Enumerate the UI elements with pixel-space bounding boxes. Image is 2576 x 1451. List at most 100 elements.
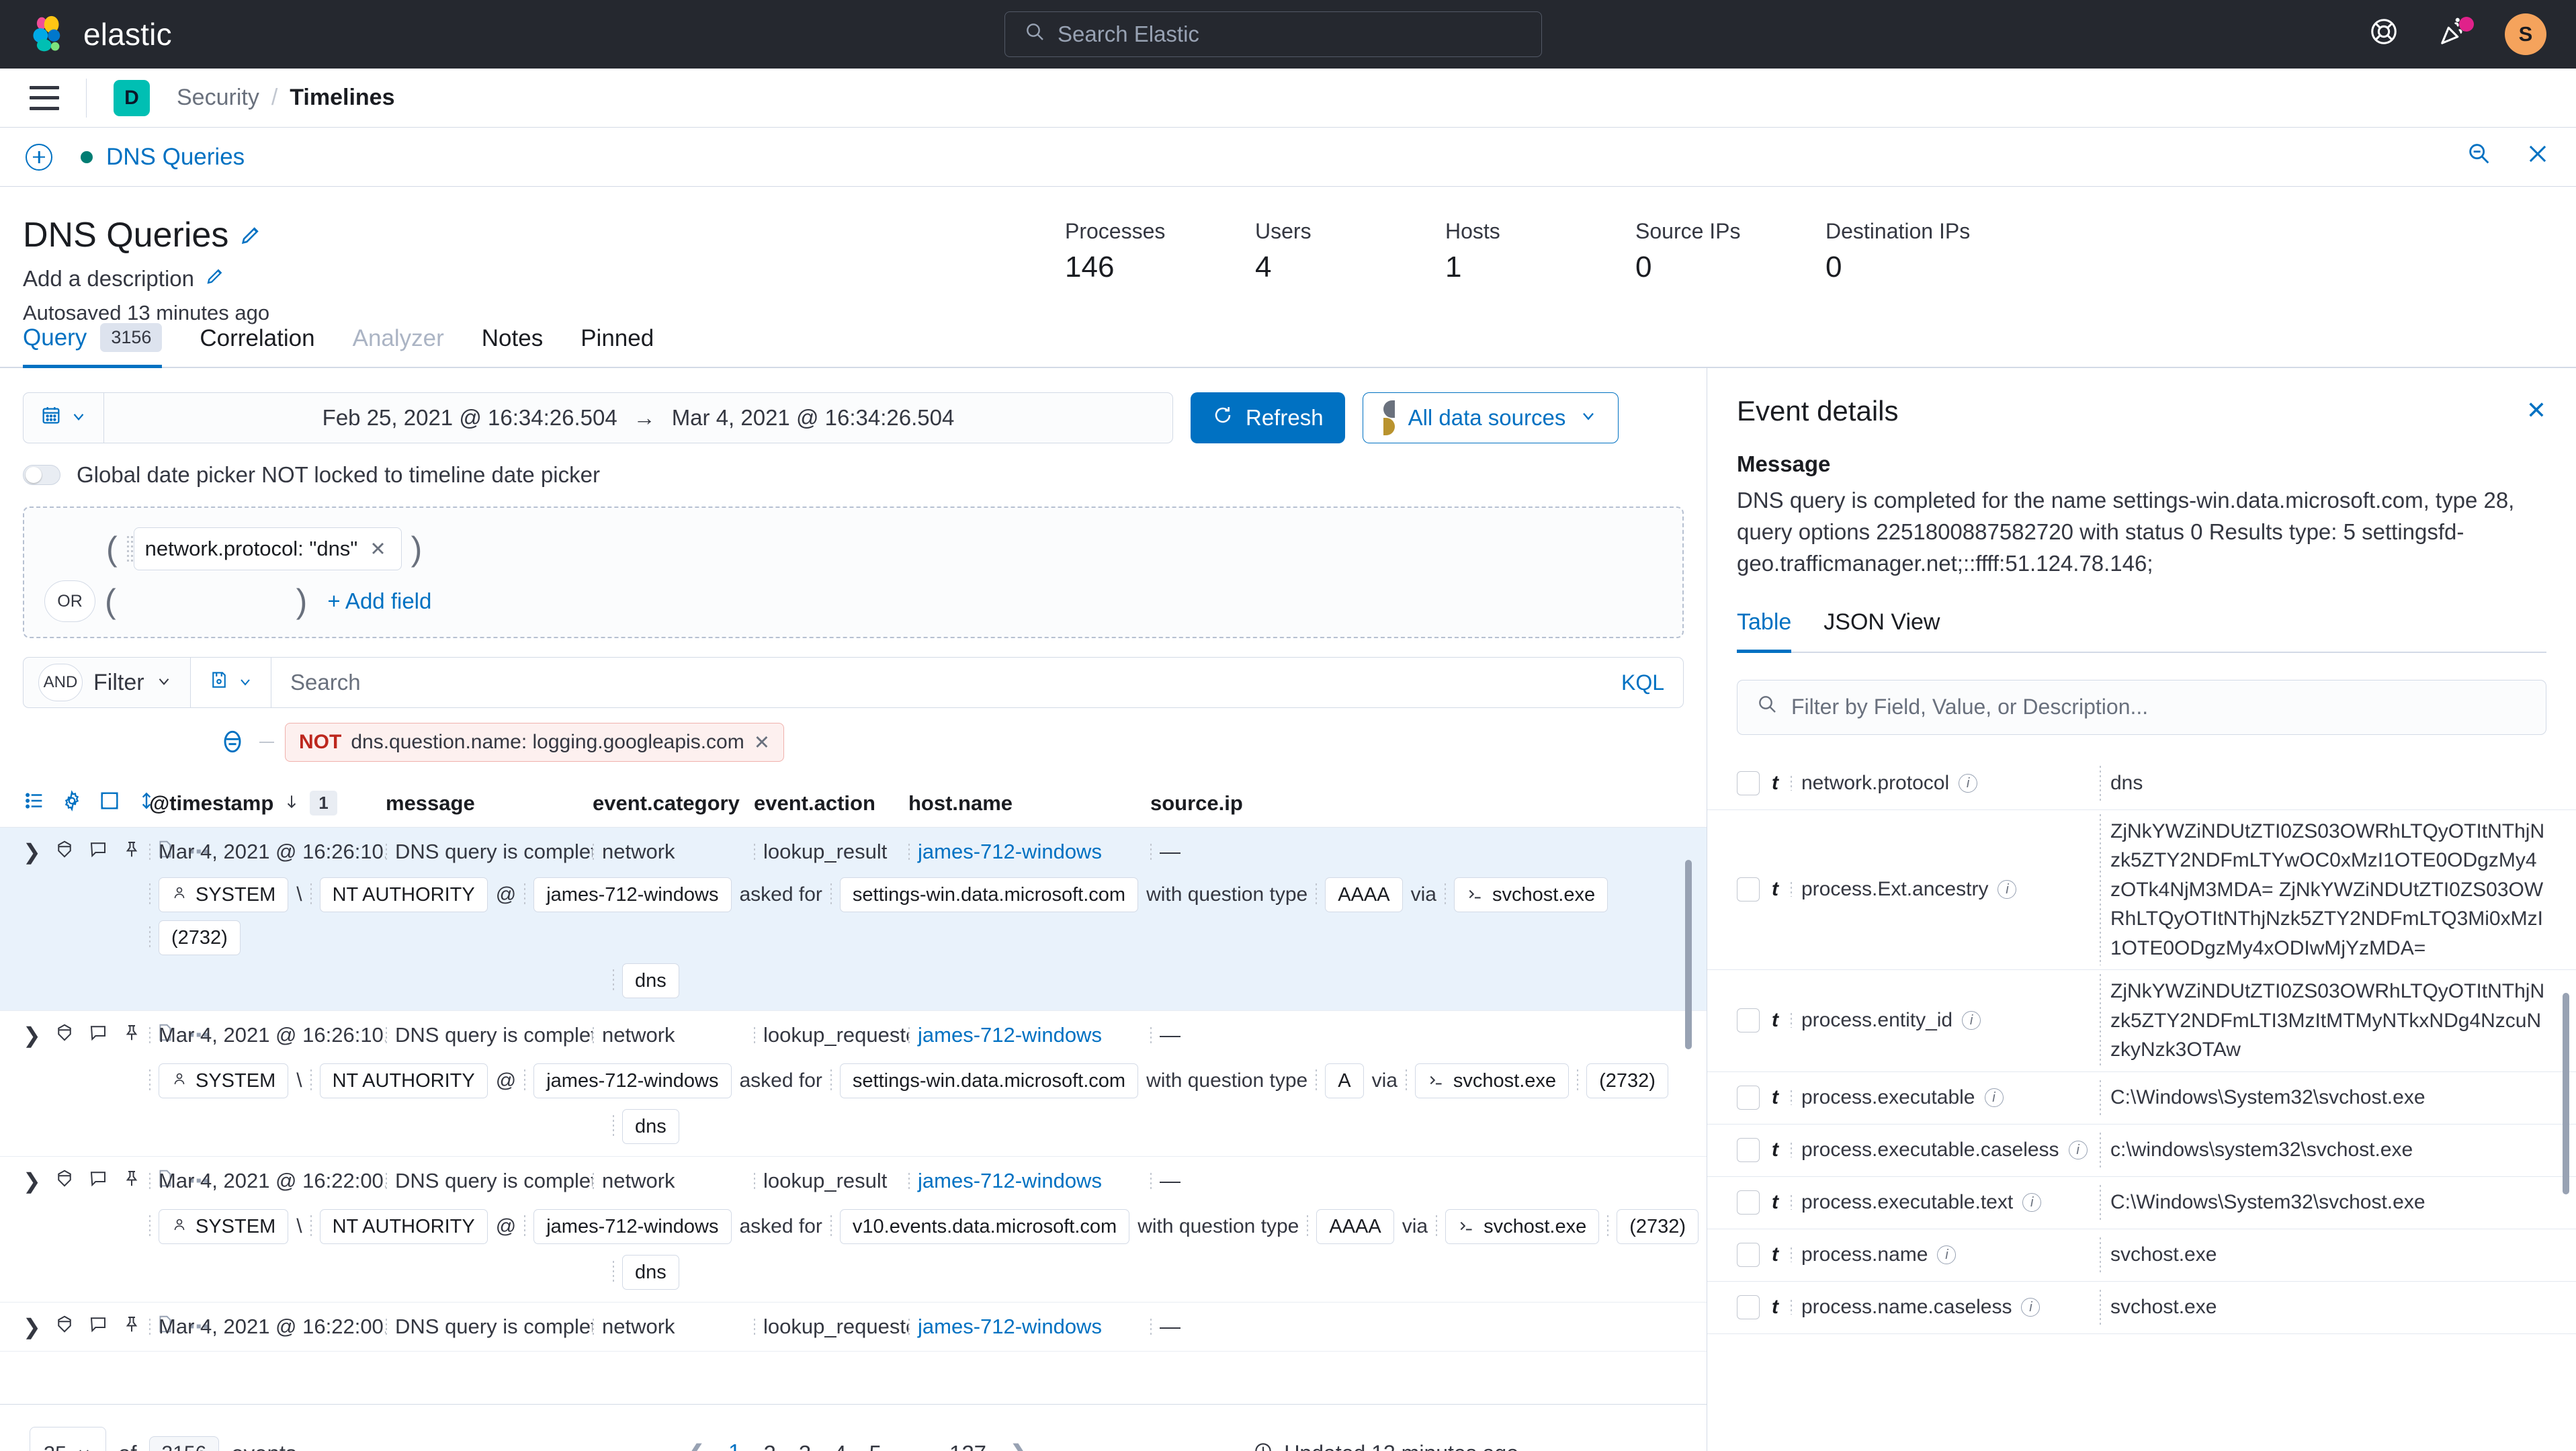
detail-chip-question-type[interactable]: A <box>1325 1063 1364 1098</box>
table-row[interactable]: t process.Ext.ancestry i ZjNkYWZiNDUtZTI… <box>1707 810 2576 971</box>
filter-icon[interactable] <box>218 727 249 758</box>
detail-chip-user[interactable]: SYSTEM <box>159 1209 289 1244</box>
cell-host-name[interactable]: james-712-windows <box>908 1169 1150 1193</box>
kql-search-bar[interactable]: Search KQL <box>191 657 1684 708</box>
list-view-icon[interactable] <box>23 789 46 818</box>
app-chip[interactable]: D <box>114 79 150 116</box>
pin-icon[interactable] <box>122 1168 142 1194</box>
pin-icon[interactable] <box>122 1314 142 1339</box>
add-field-button[interactable]: + Add field <box>327 588 431 614</box>
search-input[interactable]: Search <box>271 670 1621 695</box>
drag-handle-icon[interactable] <box>310 1069 316 1092</box>
gear-icon[interactable] <box>60 789 83 818</box>
saved-query-button[interactable] <box>191 658 271 707</box>
row-checkbox[interactable] <box>1737 1138 1760 1163</box>
note-icon[interactable] <box>88 1168 108 1194</box>
avatar[interactable]: S <box>2505 13 2546 55</box>
tab-json-view[interactable]: JSON View <box>1823 609 1940 652</box>
page-1[interactable]: 1 <box>728 1440 740 1451</box>
pin-icon[interactable] <box>122 839 142 865</box>
page-3[interactable]: 3 <box>799 1441 811 1451</box>
drag-handle-icon[interactable] <box>1444 883 1450 906</box>
table-row[interactable]: ❯ ▪▪▪ <box>0 1157 1707 1303</box>
cell-host-name[interactable]: james-712-windows <box>908 840 1150 864</box>
detail-chip-question-type[interactable]: AAAA <box>1325 877 1403 912</box>
tab-table[interactable]: Table <box>1737 609 1792 653</box>
pin-icon[interactable] <box>122 1022 142 1048</box>
drag-handle-icon[interactable] <box>1577 1069 1583 1092</box>
close-icon[interactable] <box>2525 141 2550 173</box>
drag-handle-icon[interactable] <box>310 1215 316 1238</box>
info-icon[interactable]: i <box>2068 1141 2088 1160</box>
announcements-button[interactable] <box>2435 15 2474 53</box>
drag-handle-icon[interactable] <box>149 883 155 906</box>
page-4[interactable]: 4 <box>834 1441 846 1451</box>
column-header-source-ip[interactable]: source.ip <box>1150 791 1285 816</box>
breadcrumb-security[interactable]: Security <box>177 85 259 111</box>
row-checkbox[interactable] <box>1737 1086 1760 1110</box>
detail-chip-question-type[interactable]: AAAA <box>1316 1209 1394 1244</box>
detail-chip-process[interactable]: svchost.exe <box>1414 1063 1570 1098</box>
row-checkbox[interactable] <box>1737 1243 1760 1268</box>
tab-pinned[interactable]: Pinned <box>581 325 654 367</box>
detail-chip-question-name[interactable]: settings-win.data.microsoft.com <box>839 1063 1139 1098</box>
super-date-picker[interactable]: Feb 25, 2021 @ 16:34:26.504 → Mar 4, 202… <box>23 392 1173 443</box>
refresh-button[interactable]: Refresh <box>1191 392 1345 443</box>
info-icon[interactable]: i <box>2021 1298 2041 1317</box>
pencil-icon[interactable] <box>239 215 262 255</box>
close-icon[interactable]: ✕ <box>2526 396 2546 425</box>
drag-handle-icon[interactable] <box>1307 1215 1313 1238</box>
row-checkbox[interactable] <box>1737 1295 1760 1320</box>
detail-chip-process[interactable]: svchost.exe <box>1453 877 1608 912</box>
row-checkbox[interactable] <box>1737 877 1760 902</box>
detail-chip-domain[interactable]: NT AUTHORITY <box>319 1209 488 1244</box>
drag-handle-icon[interactable] <box>310 883 316 906</box>
close-icon[interactable]: ✕ <box>754 731 770 754</box>
plus-circle-icon[interactable] <box>26 143 52 171</box>
analyzer-icon[interactable] <box>54 1168 75 1194</box>
detail-chip-user[interactable]: SYSTEM <box>159 877 289 912</box>
note-icon[interactable] <box>88 1314 108 1339</box>
detail-chip-question-name[interactable]: settings-win.data.microsoft.com <box>839 877 1139 912</box>
inspect-icon[interactable] <box>2466 140 2493 173</box>
detail-chip-protocol[interactable]: dns <box>622 1255 679 1290</box>
table-row[interactable]: t process.executable i C:\Windows\System… <box>1707 1072 2576 1125</box>
cell-host-name[interactable]: james-712-windows <box>908 1315 1150 1339</box>
detail-chip-host[interactable]: james-712-windows <box>533 1063 732 1098</box>
drag-handle-icon[interactable] <box>1436 1215 1442 1238</box>
detail-chip-pid[interactable]: (2732) <box>1617 1209 1699 1244</box>
column-header-message[interactable]: message <box>386 791 593 816</box>
drag-handle-icon[interactable] <box>1316 883 1322 906</box>
info-icon[interactable]: i <box>2022 1193 2042 1213</box>
drag-handle-icon[interactable] <box>149 926 155 949</box>
open-timeline-tab[interactable]: DNS Queries <box>81 144 245 171</box>
analyzer-icon[interactable] <box>54 1314 75 1339</box>
drag-handle-icon[interactable] <box>613 1261 618 1284</box>
table-row[interactable]: t network.protocol i dns <box>1707 758 2576 810</box>
table-row[interactable]: ❯ ▪▪▪ <box>0 828 1707 1011</box>
table-row[interactable]: ❯ ▪▪▪ <box>0 1011 1707 1157</box>
page-2[interactable]: 2 <box>764 1441 776 1451</box>
detail-chip-protocol[interactable]: dns <box>622 963 679 998</box>
drag-handle-icon[interactable] <box>613 969 618 992</box>
events-vertical-scrollbar[interactable] <box>1685 860 1692 1049</box>
chevron-left-icon[interactable]: ❮ <box>685 1440 705 1451</box>
detail-chip-question-name[interactable]: v10.events.data.microsoft.com <box>839 1209 1130 1244</box>
full-screen-icon[interactable] <box>98 789 121 818</box>
drag-handle-icon[interactable] <box>830 883 836 906</box>
drag-handle-icon[interactable] <box>524 1069 530 1092</box>
detail-chip-host[interactable]: james-712-windows <box>533 1209 732 1244</box>
date-range-end[interactable]: Mar 4, 2021 @ 16:34:26.504 <box>672 405 955 431</box>
event-details-vertical-scrollbar[interactable] <box>2563 993 2569 1194</box>
drag-handle-icon[interactable] <box>1316 1069 1322 1092</box>
table-row[interactable]: ❯ ▪▪▪ <box>0 1303 1707 1352</box>
pencil-icon[interactable] <box>205 266 225 292</box>
expand-chevron-icon[interactable]: ❯ <box>23 1022 41 1048</box>
global-search-input[interactable]: Search Elastic <box>1004 11 1542 57</box>
analyzer-icon[interactable] <box>54 839 75 865</box>
drag-handle-icon[interactable] <box>1607 1215 1613 1238</box>
table-row[interactable]: t process.entity_id i ZjNkYWZiNDUtZTI0ZS… <box>1707 970 2576 1072</box>
analyzer-icon[interactable] <box>54 1022 75 1048</box>
row-checkbox[interactable] <box>1737 1190 1760 1215</box>
info-icon[interactable]: i <box>1998 880 2017 899</box>
